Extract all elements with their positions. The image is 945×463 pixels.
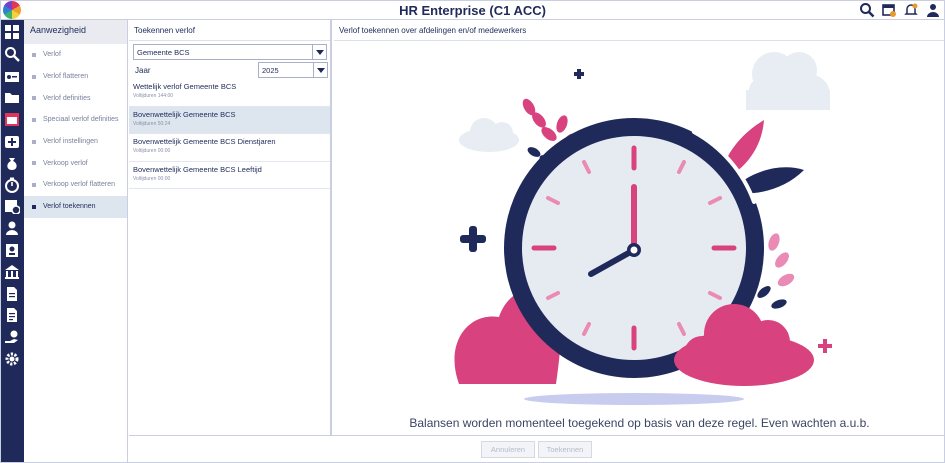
bullet-icon [32,52,36,57]
rule-hours: Voltijduren 144:00 [133,93,174,99]
bullet-icon [32,96,36,101]
cloud-icon [459,118,519,152]
clock-center-dot [630,246,638,254]
document-icon[interactable] [4,286,20,302]
bullet-icon [32,161,36,166]
leaf-right-small [768,233,795,287]
year-select[interactable]: 2025 [258,62,328,78]
leaf-right-small-dark [757,286,787,309]
rules-list: Wettelijk verlof Gemeente BCS Voltijduren… [129,79,330,189]
sidebar-item-speciaal-verlof-definities[interactable]: Speciaal verlof definities [24,109,127,131]
footer-bar: Annuleren Toekennen [129,435,945,463]
bank-icon[interactable] [4,264,20,280]
document-list-icon[interactable] [4,307,20,323]
top-icon-group [859,2,941,18]
module-icon-rail [0,20,24,463]
sidebar-item-verlof[interactable]: Verlof [24,44,127,66]
settings-icon[interactable] [4,351,20,367]
sidebar-item-label: Verlof toekennen [43,203,96,211]
cloud-icon [746,52,830,110]
search-user-icon[interactable] [859,2,875,18]
organisation-select-value: Gemeente BCS [137,47,190,57]
rule-name: Bovenwettelijk Gemeente BCS [133,109,236,119]
year-label: Jaar [135,66,151,75]
main-panel-title: Verlof toekennen over afdelingen en/of m… [334,20,945,41]
rule-hours: Voltijduren 00:00 [133,148,171,154]
hand-coin-icon[interactable] [4,329,20,345]
plus-icon [574,69,584,79]
chevron-down-icon [313,63,327,77]
status-message: Balansen worden momenteel toegekend op b… [409,416,870,430]
chevron-down-icon [312,45,326,59]
sidebar-item-label: Verlof flatteren [43,73,89,81]
rule-name: Bovenwettelijk Gemeente BCS Leeftijd [133,164,262,174]
sidebar-item-verlof-instellingen[interactable]: Verlof instellingen [24,131,127,153]
list-item[interactable]: Bovenwettelijk Gemeente BCS Dienstjaren V… [129,134,330,162]
rule-name: Wettelijk verlof Gemeente BCS [133,82,237,91]
search-icon[interactable] [4,46,20,62]
bell-icon[interactable] [903,2,919,18]
sidebar-item-label: Verlof [43,51,61,59]
year-select-value: 2025 [262,65,279,75]
sidebar-item-verlof-definities[interactable]: Verlof definities [24,87,127,109]
sidebar-item-verlof-flatteren[interactable]: Verlof flatteren [24,66,127,88]
person-icon[interactable] [4,220,20,236]
calendar-icon[interactable] [4,111,20,127]
app-title: HR Enterprise (C1 ACC) [399,3,546,18]
list-item[interactable]: Bovenwettelijk Gemeente BCS Leeftijd Volt… [129,162,330,189]
sidebar-item-verkoop-verlof[interactable]: Verkoop verlof [24,152,127,174]
rule-hours: Voltijduren 00:00 [133,175,171,182]
top-bar: HR Enterprise (C1 ACC) [0,0,945,20]
shadow [524,393,744,405]
sidebar-item-verkoop-verlof-flatteren[interactable]: Verkoop verlof flatteren [24,174,127,196]
bullet-icon [32,204,36,209]
sidebar: Aanwezigheid Verlof Verlof flatteren Ver… [24,20,128,463]
plus-icon [460,226,486,252]
medical-icon[interactable] [4,133,20,149]
sidebar-item-label: Verlof definities [43,94,91,102]
rules-panel: Toekennen verlof Gemeente BCS Jaar 2025 … [129,20,332,463]
sidebar-item-label: Speciaal verlof definities [43,116,119,124]
user-icon[interactable] [925,2,941,18]
clock-illustration [454,52,832,405]
bullet-icon [32,182,36,187]
main-panel: Verlof toekennen over afdelingen en/of m… [334,20,945,463]
grid-icon[interactable] [4,24,20,40]
folder-icon[interactable] [4,89,20,105]
cancel-button[interactable]: Annuleren [481,441,535,458]
bullet-icon [32,117,36,122]
badge-icon[interactable] [4,242,20,258]
organisation-select[interactable]: Gemeente BCS [133,44,327,60]
grant-button[interactable]: Toekennen [538,441,592,458]
list-item[interactable]: Wettelijk verlof Gemeente BCS Voltijduren… [129,79,330,107]
timer-icon[interactable] [4,177,20,193]
money-bag-icon[interactable] [4,155,20,171]
bullet-icon [32,139,36,144]
sidebar-item-label: Verlof instellingen [43,138,98,146]
id-card-icon[interactable] [4,68,20,84]
sidebar-title: Aanwezigheid [24,20,127,44]
sidebar-item-verlof-toekennen[interactable]: Verlof toekennen [24,195,127,218]
sidebar-item-label: Verkoop verlof [43,159,88,167]
calendar-check-icon[interactable] [881,2,897,18]
sidebar-item-label: Verkoop verlof flatteren [43,181,115,189]
calendar-clock-icon[interactable] [4,198,21,216]
rule-name: Bovenwettelijk Gemeente BCS Dienstjaren [133,137,276,146]
rules-panel-title: Toekennen verlof [129,20,330,41]
plus-icon [818,339,832,353]
bullet-icon [32,74,36,79]
rule-hours: Voltijduren 50:24 [133,120,171,127]
list-item[interactable]: Bovenwettelijk Gemeente BCS Voltijduren 5… [129,106,330,134]
